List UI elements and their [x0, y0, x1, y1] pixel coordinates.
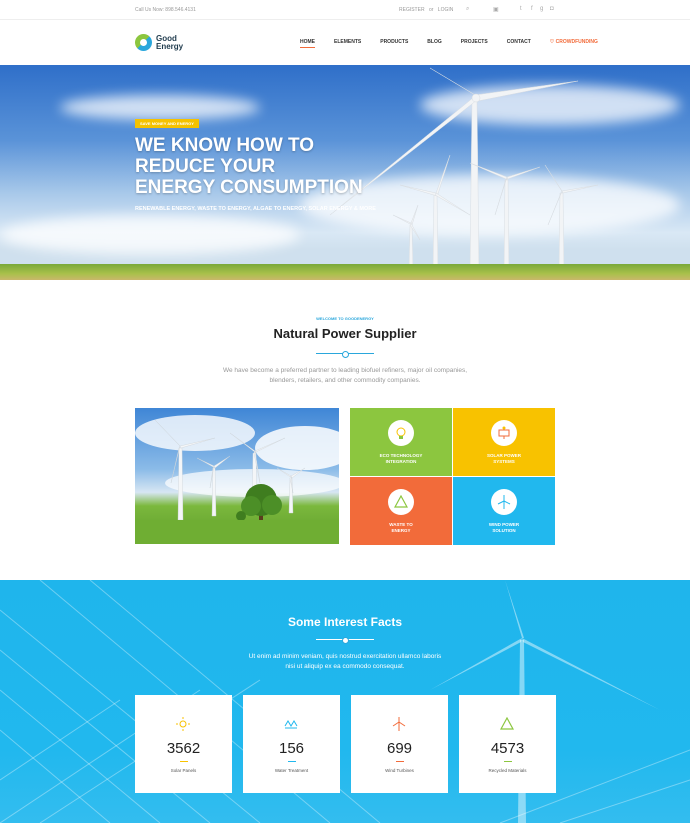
hero-subtitle: RENEWABLE ENERGY, WASTE TO ENERGY, ALGAE…	[135, 206, 376, 212]
service-label-line2: INTEGRATION	[385, 459, 417, 464]
main-nav: HOME ELEMENTS PRODUCTS BLOG PROJECTS CON…	[300, 39, 617, 48]
welcome-divider	[316, 351, 374, 358]
fact-value: 156	[278, 740, 305, 757]
call-us-text: Call Us Now: 898.546.4131	[135, 7, 196, 13]
service-tile-wind[interactable]: WIND POWER SOLUTION	[453, 477, 555, 545]
nav-projects[interactable]: PROJECTS	[461, 39, 488, 45]
hero-title-line2: REDUCE YOUR	[135, 156, 276, 177]
fact-value: 699	[386, 740, 413, 757]
nav-blog[interactable]: BLOG	[427, 39, 441, 45]
water-icon	[284, 720, 298, 729]
fact-bar	[396, 761, 404, 762]
service-label-line2: SOLUTION	[492, 528, 516, 533]
welcome-tag: WELCOME TO GOODENERGY	[316, 316, 374, 321]
facts-divider	[316, 637, 374, 644]
service-tile-waste[interactable]: WASTE TO ENERGY	[350, 477, 452, 545]
twitter-icon[interactable]: t	[520, 6, 522, 12]
facts-title: Some Interest Facts	[287, 615, 403, 629]
service-label-line2: ENERGY	[391, 528, 411, 533]
crowdfunding-label: CROWDFUNDING	[555, 39, 598, 45]
hero-title-line3: ENERGY CONSUMPTION	[135, 177, 363, 198]
logo-line2: Energy	[156, 41, 184, 51]
fact-label: Recycled Materials	[488, 768, 527, 773]
register-login: REGISTER or LOGIN	[399, 7, 456, 13]
logo[interactable]: Good Energy	[135, 34, 183, 51]
fact-bar	[504, 761, 512, 762]
service-label: WIND POWER SOLUTION	[453, 522, 555, 534]
register-link[interactable]: REGISTER	[399, 7, 425, 13]
hero-grass	[0, 264, 690, 280]
login-link[interactable]: LOGIN	[438, 7, 454, 13]
turbine-icon	[392, 717, 406, 731]
hero-title-line1: WE KNOW HOW TO	[135, 135, 315, 156]
top-bar: Call Us Now: 898.546.4131 REGISTER or LO…	[0, 0, 690, 20]
search-icon[interactable]: ⌕	[466, 6, 469, 13]
fact-value: 3562	[166, 740, 201, 757]
solar-panel-icon	[491, 420, 517, 446]
fact-label: Wind Turbines	[385, 768, 414, 773]
fact-value: 4573	[490, 740, 525, 757]
fact-card-recycled: 4573 Recycled Materials	[459, 695, 556, 793]
service-label: SOLAR POWER SYSTEMS	[453, 453, 555, 465]
wind-turbine-icon	[491, 489, 517, 515]
or-text: or	[428, 7, 434, 13]
recycle-icon	[388, 489, 414, 515]
service-tile-solar[interactable]: SOLAR POWER SYSTEMS	[453, 408, 555, 476]
hero-title: WE KNOW HOW TO REDUCE YOUR ENERGY CONSUM…	[135, 135, 395, 198]
sun-icon	[176, 717, 190, 731]
service-label: WASTE TO ENERGY	[350, 522, 452, 534]
facts-description: Ut enim ad minim veniam, quis nostrud ex…	[248, 653, 442, 670]
wind-farm-photo	[135, 408, 339, 544]
service-label-line2: SYSTEMS	[493, 459, 515, 464]
facebook-icon[interactable]: f	[531, 6, 533, 12]
fact-label: Solar Panels	[170, 768, 197, 773]
fact-card-wind: 699 Wind Turbines	[351, 695, 448, 793]
header: Good Energy HOME ELEMENTS PRODUCTS BLOG …	[0, 20, 690, 65]
nav-elements[interactable]: ELEMENTS	[334, 39, 361, 45]
google-plus-icon[interactable]: g	[540, 6, 543, 12]
welcome-description: We have become a preferred partner to le…	[222, 367, 468, 384]
fact-bar	[180, 761, 188, 762]
logo-text: Good Energy	[156, 34, 184, 51]
service-label: ECO TECHNOLOGY INTEGRATION	[350, 453, 452, 465]
facts-section: Some Interest Facts Ut enim ad minim ven…	[0, 580, 690, 823]
nav-home[interactable]: HOME	[300, 39, 315, 48]
instagram-icon[interactable]: ◘	[550, 6, 554, 12]
fact-bar	[288, 761, 296, 762]
services-grid: ECO TECHNOLOGY INTEGRATION SOLAR POWER SYS…	[350, 408, 555, 545]
wind-farm-illustration	[135, 415, 339, 544]
bulb-icon	[388, 420, 414, 446]
cart-icon[interactable]: ▣	[493, 6, 499, 13]
hero-banner: SAVE MONEY AND ENERGY WE KNOW HOW TO RED…	[0, 65, 690, 280]
nav-contact[interactable]: CONTACT	[507, 39, 531, 45]
fact-card-solar: 3562 Solar Panels	[135, 695, 232, 793]
hero-tag: SAVE MONEY AND ENERGY	[135, 119, 199, 128]
recycle-icon	[500, 717, 514, 730]
fact-label: Water Treatment	[274, 768, 309, 773]
fact-card-water: 156 Water Treatment	[243, 695, 340, 793]
nav-products[interactable]: PRODUCTS	[380, 39, 408, 45]
welcome-title: Natural Power Supplier	[273, 326, 417, 341]
service-tile-eco[interactable]: ECO TECHNOLOGY INTEGRATION	[350, 408, 452, 476]
nav-crowdfunding[interactable]: ♡ CROWDFUNDING	[550, 39, 598, 45]
logo-mark-icon	[135, 34, 152, 51]
